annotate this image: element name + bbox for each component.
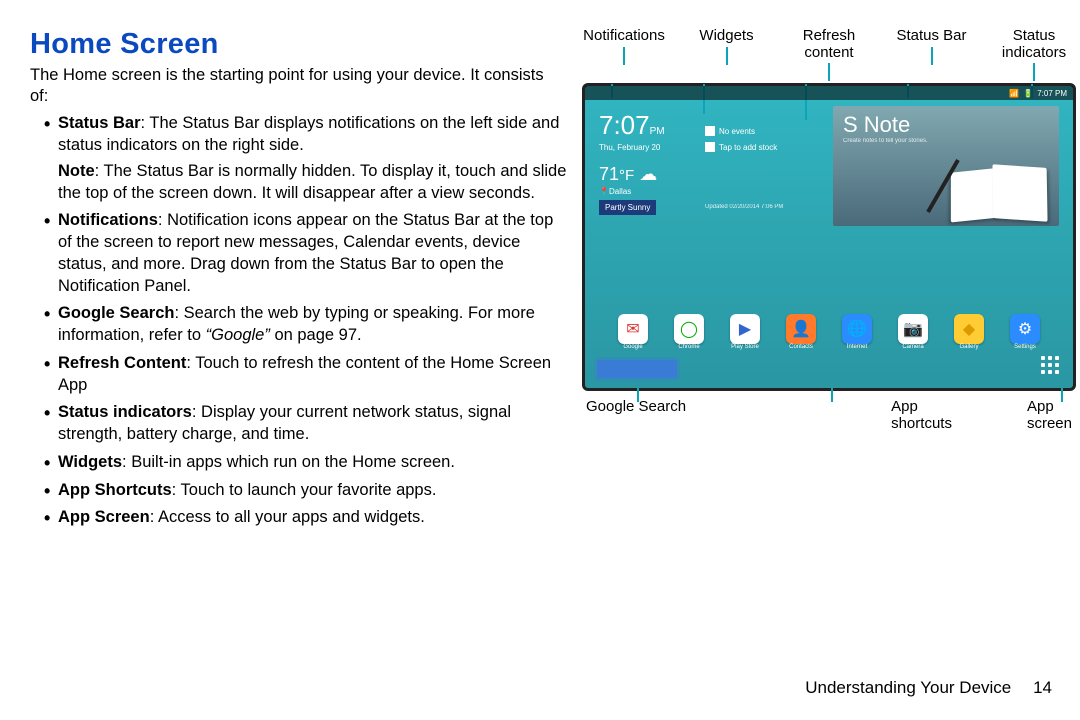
contacts-icon: 👤 — [786, 314, 816, 344]
clock-time: 7:07PM — [599, 110, 697, 141]
events-label: No events — [719, 127, 755, 136]
callout-label: Status Bar — [890, 28, 974, 81]
chrome-icon: ◯ — [674, 314, 704, 344]
weather-temp: 71°F ☁ — [599, 164, 697, 185]
callouts-top: Notifications Widgets Refresh content Statu… — [582, 28, 1076, 81]
app-shortcut[interactable]: 👤Contacts — [783, 314, 819, 350]
list-item: Status indicators: Display your current … — [58, 402, 570, 446]
last-updated: Updated 02/20/2014 7:06 PM — [705, 204, 783, 210]
app-label: Settings — [1014, 344, 1036, 350]
camera-icon: 📷 — [898, 314, 928, 344]
callout-label: Refresh content — [787, 28, 871, 81]
list-item: Notifications: Notification icons appear… — [58, 210, 570, 297]
battery-icon: 🔋 — [1023, 89, 1033, 98]
weather-city: 📍Dallas — [599, 187, 697, 196]
app-shortcut[interactable]: ⚙Settings — [1007, 314, 1043, 350]
list-item: App Shortcuts: Touch to launch your favo… — [58, 480, 570, 502]
page-number: 14 — [1016, 678, 1052, 698]
google-search-bar[interactable] — [597, 360, 677, 378]
snote-subtitle: Create notes to tell your stories. — [843, 138, 1049, 144]
list-item: Refresh Content: Touch to refresh the co… — [58, 353, 570, 397]
app-shortcut[interactable]: 🌐Internet — [839, 314, 875, 350]
clock-date: Thu, February 20 — [599, 143, 697, 152]
callout-label: Widgets — [685, 28, 769, 81]
callout-app-screen: App screen — [1027, 399, 1072, 432]
callout-label: Status indicators — [992, 28, 1076, 81]
snote-title: S Note — [843, 112, 1049, 138]
app-shortcut[interactable]: ▶Play Store — [727, 314, 763, 350]
google-icon: ✉ — [618, 314, 648, 344]
list-item: App Screen: Access to all your apps and … — [58, 507, 570, 529]
apps-grid-button[interactable] — [1041, 356, 1063, 378]
wifi-icon: 📶 — [1009, 89, 1019, 98]
gallery-icon: ◆ — [954, 314, 984, 344]
callout-google-search: Google Search — [586, 399, 686, 432]
list-item: Status Bar: The Status Bar displays noti… — [58, 113, 570, 204]
app-shortcut[interactable]: ◯Chrome — [671, 314, 707, 350]
app-label: Chrome — [678, 344, 699, 350]
clock-weather-widget[interactable]: 7:07PM Thu, February 20 71°F ☁ 📍Dallas P… — [599, 110, 697, 215]
app-shortcut[interactable]: 📷Camera — [895, 314, 931, 350]
status-time: 7:07 PM — [1037, 89, 1067, 98]
feature-list: Status Bar: The Status Bar displays noti… — [30, 113, 570, 529]
app-label: Google — [623, 344, 642, 350]
settings-icon: ⚙ — [1010, 314, 1040, 344]
text-column: Home Screen The Home screen is the start… — [30, 28, 570, 535]
app-dock: ✉Google ◯Chrome ▶Play Store 👤Contacts 🌐Inter… — [585, 314, 1073, 350]
callout-app-shortcuts: App shortcuts — [891, 399, 952, 432]
app-label: Gallery — [959, 344, 978, 350]
page-footer: Understanding Your Device 14 — [805, 678, 1052, 698]
callout-label: Notifications — [582, 28, 666, 81]
app-shortcut[interactable]: ✉Google — [615, 314, 651, 350]
section-name: Understanding Your Device — [805, 678, 1011, 697]
app-shortcut[interactable]: ◆Gallery — [951, 314, 987, 350]
page-title: Home Screen — [30, 28, 570, 61]
columns: Home Screen The Home screen is the start… — [30, 28, 1056, 535]
app-label: Internet — [847, 344, 867, 350]
snote-widget[interactable]: S Note Create notes to tell your stories… — [833, 106, 1059, 226]
status-bar[interactable]: 📶 🔋 7:07 PM — [585, 86, 1073, 100]
calendar-icon — [705, 126, 715, 136]
internet-icon: 🌐 — [842, 314, 872, 344]
notebook-illustration — [931, 152, 1051, 222]
app-label: Camera — [902, 344, 923, 350]
weather-condition: Partly Sunny — [599, 200, 656, 215]
list-item: Widgets: Built-in apps which run on the … — [58, 452, 570, 474]
callouts-bottom: Google Search App shortcuts App screen — [582, 399, 1076, 432]
intro-paragraph: The Home screen is the starting point fo… — [30, 65, 560, 107]
page: Home Screen The Home screen is the start… — [0, 0, 1080, 720]
figure-column: Notifications Widgets Refresh content Statu… — [570, 28, 1076, 535]
list-item: Google Search: Search the web by typing … — [58, 303, 570, 347]
app-label: Play Store — [731, 344, 759, 350]
app-label: Contacts — [789, 344, 813, 350]
stock-icon — [705, 142, 715, 152]
stock-label: Tap to add stock — [719, 143, 777, 152]
info-widget[interactable]: No events Tap to add stock — [705, 126, 803, 158]
play-store-icon: ▶ — [730, 314, 760, 344]
device-screenshot: 📶 🔋 7:07 PM 7:07PM Thu, February 20 71°F… — [582, 83, 1076, 391]
